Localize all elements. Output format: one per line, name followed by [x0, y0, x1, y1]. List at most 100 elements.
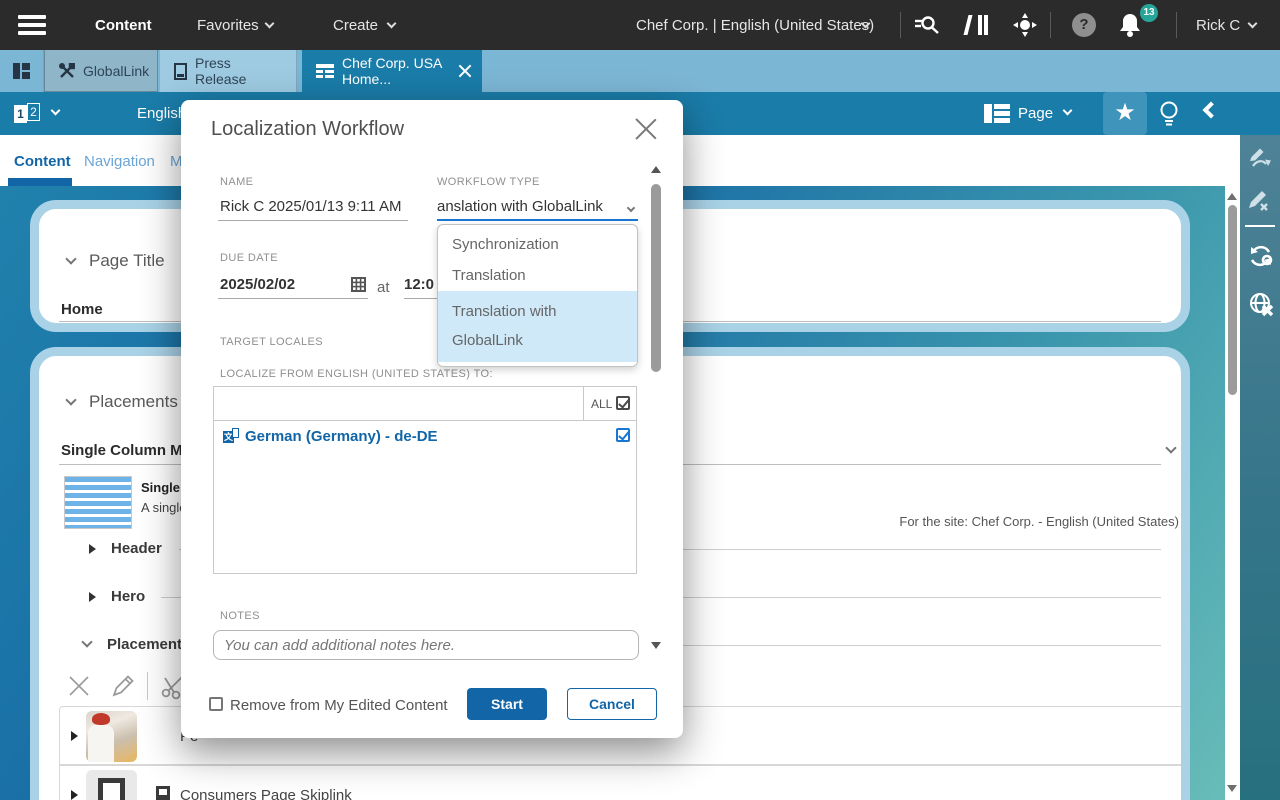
dialog-title: Localization Workflow [211, 118, 404, 141]
sync-status-icon[interactable] [1248, 243, 1274, 269]
due-date-label: DUE DATE [220, 252, 278, 264]
at-label: at [377, 279, 390, 296]
active-tab-underline [8, 178, 72, 186]
site-selector[interactable]: Chef Corp. | English (United States) [636, 17, 874, 34]
favorite-star-button[interactable]: ★ [1103, 92, 1147, 135]
tab-chef-corp-usa-home[interactable]: Chef Corp. USA Home... [302, 50, 482, 92]
versions-icon[interactable]: 1 2 [14, 103, 42, 125]
option-translation[interactable]: Translation [438, 260, 637, 291]
notes-label: NOTES [220, 610, 260, 622]
hamburger-menu-icon[interactable] [18, 15, 46, 35]
target-locate-icon[interactable] [1012, 13, 1038, 39]
due-date-input[interactable]: 2025/02/02 [218, 276, 368, 299]
calendar-icon[interactable] [351, 277, 366, 292]
collapse-placement1-icon[interactable] [81, 636, 92, 647]
snippet-icon [156, 786, 170, 800]
collapse-section-icon[interactable] [65, 394, 76, 405]
chevron-down-icon[interactable] [1165, 442, 1176, 453]
page-form-icon [316, 64, 334, 78]
expand-hero-icon[interactable] [89, 592, 96, 602]
option-translation-with-globallink[interactable]: Translation with GlobalLink [438, 291, 637, 362]
site-note: For the site: Chef Corp. - English (Unit… [679, 514, 1179, 529]
expand-header-icon[interactable] [89, 544, 96, 554]
nav-create[interactable]: Create [333, 17, 378, 34]
edit-redirect-icon[interactable] [1248, 147, 1272, 171]
locale-filter-input[interactable] [214, 387, 582, 420]
collapse-section-icon[interactable] [65, 253, 76, 264]
locale-checkbox[interactable] [616, 428, 630, 442]
start-button[interactable]: Start [467, 688, 547, 720]
scroll-up-icon[interactable] [1227, 193, 1237, 200]
scroll-up-icon[interactable] [651, 166, 661, 173]
close-dialog-icon[interactable] [631, 114, 661, 144]
tab-list-button[interactable] [0, 50, 44, 92]
lightbulb-icon[interactable] [1158, 100, 1180, 128]
top-navbar: Content Favorites Create Chef Corp. | En… [0, 0, 1280, 50]
option-synchronization[interactable]: Synchronization [438, 229, 637, 260]
all-label: ALL [591, 397, 612, 411]
divider [1176, 12, 1177, 38]
collapse-panel-icon[interactable] [1203, 102, 1220, 119]
advanced-search-icon[interactable] [914, 13, 940, 37]
remove-from-edited-label: Remove from My Edited Content [230, 697, 448, 714]
section-title: Placements [89, 392, 178, 412]
tab-label: GlobalLink [83, 63, 149, 79]
scroll-down-icon[interactable] [1227, 785, 1237, 792]
remove-from-edited-checkbox[interactable] [209, 697, 223, 711]
section-title: Page Title [89, 251, 165, 271]
notes-textarea[interactable]: You can add additional notes here. [213, 630, 639, 660]
document-tabbar: GlobalLink Press Release Chef Corp. USA … [0, 50, 1280, 92]
content-row[interactable]: Consumers Page Skiplink [59, 765, 1186, 800]
reports-icon[interactable] [963, 13, 991, 37]
notification-badge: 13 [1140, 4, 1158, 22]
expand-row-icon[interactable] [71, 790, 78, 800]
cancel-button[interactable]: Cancel [567, 688, 657, 720]
tab-press-release[interactable]: Press Release [160, 50, 297, 92]
scroll-down-icon[interactable] [651, 642, 661, 649]
page-menu[interactable]: Page [1018, 105, 1053, 122]
locale-row[interactable]: 文 German (Germany) - de-DE [214, 422, 636, 452]
divider [900, 12, 901, 38]
tab-globallink[interactable]: GlobalLink [44, 50, 158, 92]
notes-placeholder: You can add additional notes here. [224, 637, 455, 654]
notifications-bell-icon[interactable] [1118, 12, 1142, 38]
scrollbar-thumb[interactable] [1228, 205, 1237, 395]
tab-content[interactable]: Content [14, 153, 71, 170]
all-checkbox[interactable] [616, 396, 630, 410]
main-scrollbar[interactable] [1225, 135, 1240, 800]
chevron-down-icon[interactable] [1248, 19, 1258, 29]
workflow-type-select[interactable]: anslation with GlobalLink [437, 198, 638, 221]
close-tab-icon[interactable] [458, 64, 468, 78]
workflow-type-dropdown: Synchronization Translation Translation … [437, 224, 638, 367]
header-section-label[interactable]: Header [111, 540, 162, 557]
scrollbar-thumb[interactable] [651, 184, 661, 372]
chevron-down-icon[interactable] [1063, 106, 1073, 116]
chevron-down-icon[interactable] [51, 106, 61, 116]
layout-thumbnail [64, 476, 132, 529]
workflow-type-label: WORKFLOW TYPE [437, 176, 540, 188]
tools-icon [59, 63, 75, 79]
edit-pencil-icon[interactable] [111, 674, 135, 698]
delete-icon[interactable] [67, 674, 91, 698]
page-title-input[interactable]: Home [61, 301, 103, 318]
nav-content[interactable]: Content [95, 17, 152, 34]
chevron-down-icon[interactable] [265, 19, 275, 29]
edit-disabled-icon[interactable] [1248, 189, 1272, 213]
help-icon[interactable]: ? [1072, 13, 1096, 37]
layout-select[interactable]: Single Column Mul [61, 442, 196, 459]
hero-section-label[interactable]: Hero [111, 588, 145, 605]
user-menu[interactable]: Rick C [1196, 17, 1240, 34]
chevron-down-icon[interactable] [387, 19, 397, 29]
press-release-icon [174, 63, 187, 80]
nav-favorites[interactable]: Favorites [197, 17, 259, 34]
tab-navigation[interactable]: Navigation [84, 153, 155, 170]
target-locales-list: ALL 文 German (Germany) - de-DE [213, 386, 637, 574]
expand-row-icon[interactable] [71, 731, 78, 741]
due-date-value: 2025/02/02 [220, 276, 295, 293]
page-layout-icon [984, 104, 1010, 123]
globe-remove-icon[interactable] [1248, 291, 1276, 319]
name-input[interactable]: Rick C 2025/01/13 9:11 AM [218, 198, 408, 221]
dialog-scrollbar[interactable] [649, 162, 663, 658]
due-time-input[interactable]: 12:0 [404, 276, 437, 299]
app-root: Content Favorites Create Chef Corp. | En… [0, 0, 1280, 800]
